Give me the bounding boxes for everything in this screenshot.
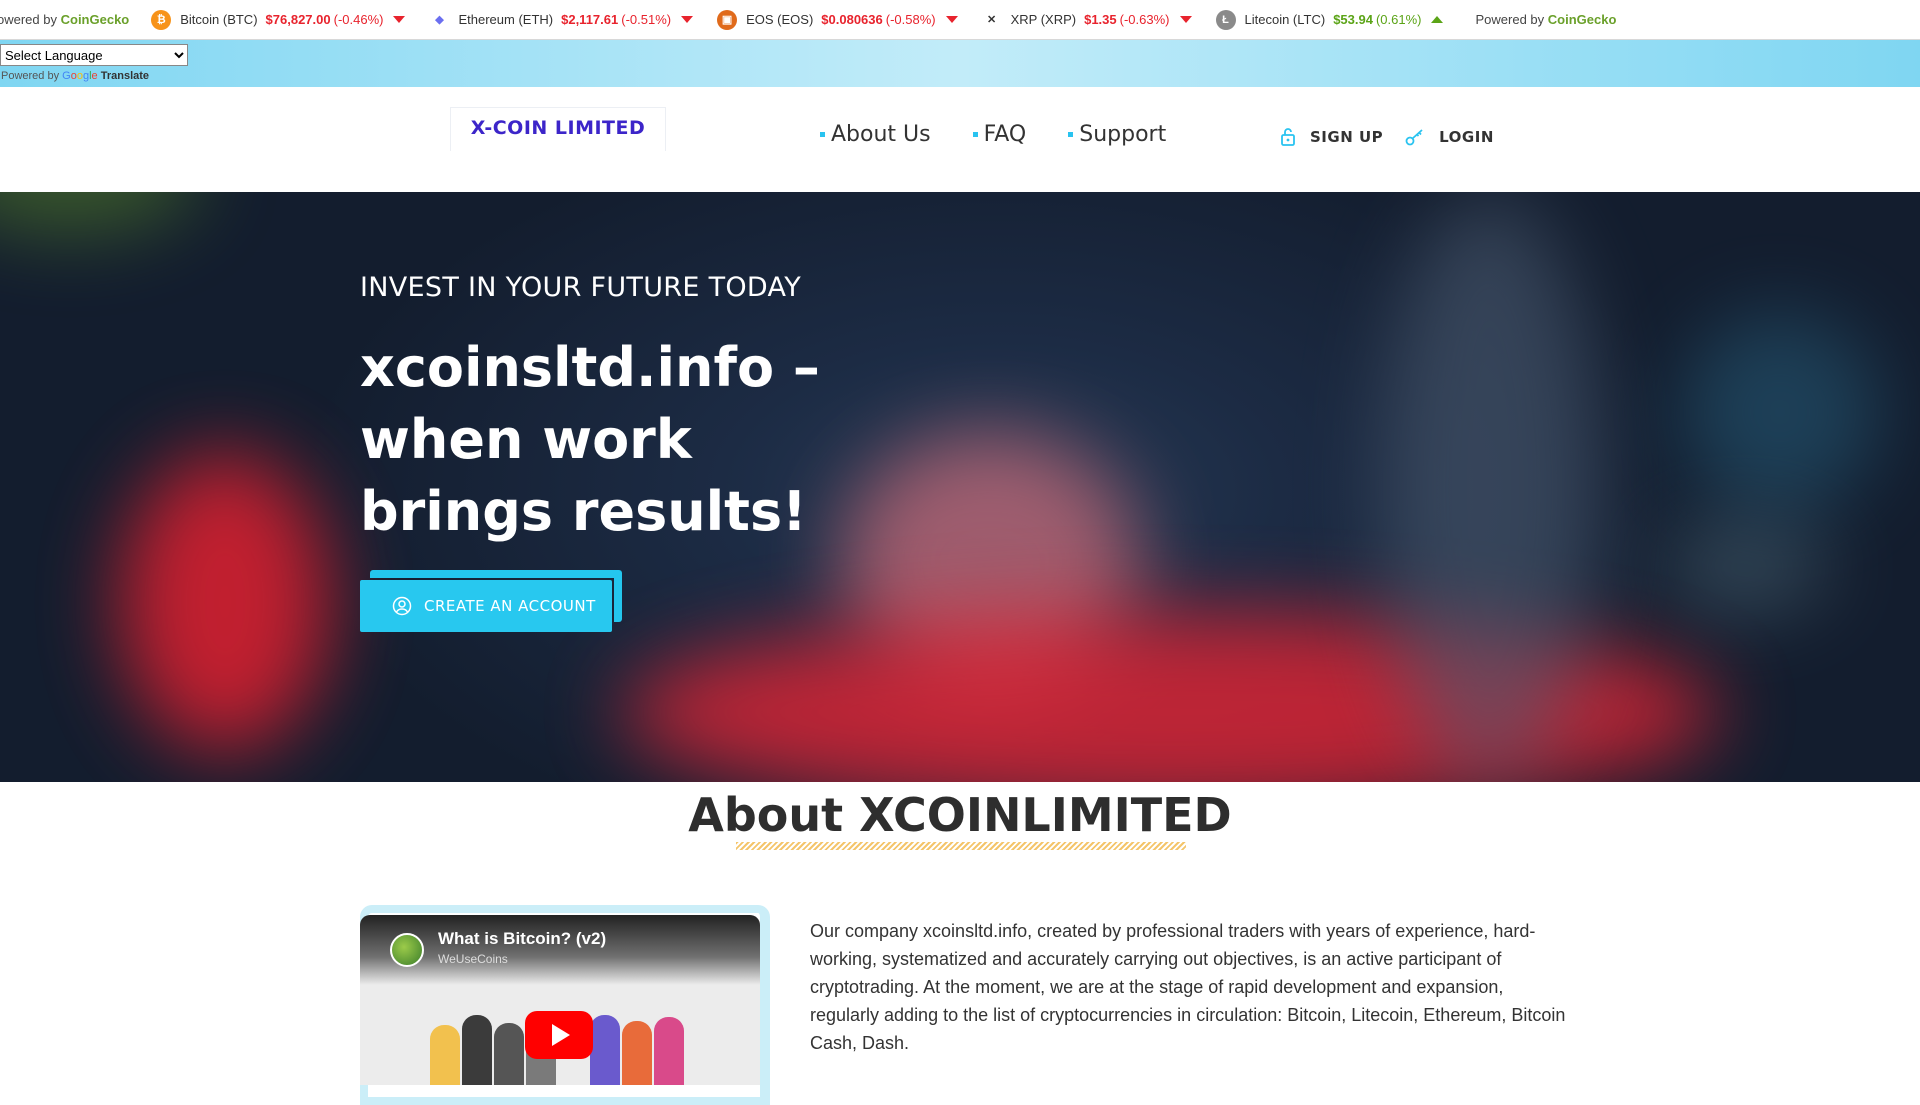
auth-links: SIGN UP LOGIN [1280,127,1516,147]
site-header: X-COIN LIMITED About Us FAQ Support SIGN… [0,87,1920,192]
coin-name: EOS (EOS) [746,12,814,27]
play-icon[interactable] [525,1011,593,1059]
coin-change: (-0.58%) [885,12,936,27]
coin-price: $0.080636 [821,12,883,27]
ticker-coin[interactable]: ✕ XRP (XRP) $1.35 (-0.63%) [982,10,1192,30]
background-blur [120,452,330,752]
ticker-coin[interactable]: ▣ EOS (EOS) $0.080636 (-0.58%) [717,9,958,30]
coin-name: Bitcoin (BTC) [180,12,258,27]
translate-bar: Select Language Powered by Google Transl… [0,40,1920,87]
lock-icon [1281,128,1295,146]
main-nav: About Us FAQ Support [820,122,1208,147]
user-icon [392,596,412,616]
coin-change: (-0.46%) [333,12,384,27]
caret-down-icon [1179,16,1192,23]
sign-up-link[interactable]: SIGN UP [1280,127,1383,147]
video-channel: WeUseCoins [438,952,508,966]
coin-price: $76,827.00 [265,12,331,27]
site-logo[interactable]: X-COIN LIMITED [450,107,666,151]
coin-change: (0.61%) [1375,12,1422,27]
about-description: Our company xcoinsltd.info, created by p… [810,921,1566,1053]
translate-link[interactable]: Translate [101,70,149,82]
coin-name: Litecoin (LTC) [1244,12,1326,27]
hero-tagline: INVEST IN YOUR FUTURE TODAY [360,272,801,303]
ticker-coin[interactable]: ◆ Ethereum (ETH) $2,117.61 (-0.51%) [429,10,694,30]
heading-underline [736,842,1186,850]
ticker-coin[interactable]: ₿ Bitcoin (BTC) $76,827.00 (-0.46%) [151,9,406,30]
ethereum-icon: ◆ [435,14,444,26]
bullet-icon [820,132,825,137]
caret-down-icon [393,16,406,23]
coin-name: XRP (XRP) [1010,12,1077,27]
hero-banner: INVEST IN YOUR FUTURE TODAY xcoinsltd.in… [0,192,1920,782]
coin-price: $1.35 [1084,12,1117,27]
background-blur [1380,192,1600,782]
caret-up-icon [1431,16,1444,23]
ticker-powered-by: owered by CoinGecko [0,12,129,27]
caret-down-icon [945,16,958,23]
coin-change: (-0.63%) [1119,12,1170,27]
coingecko-link[interactable]: CoinGecko [1548,12,1617,27]
coin-name: Ethereum (ETH) [458,12,554,27]
litecoin-icon: Ł [1215,9,1236,30]
background-blur [1680,312,1880,512]
powered-by-label: owered by [0,12,57,27]
crypto-price-ticker: owered by CoinGecko ₿ Bitcoin (BTC) $76,82… [0,0,1920,40]
google-logo: Google [62,70,98,82]
cta-wrapper: CREATE AN ACCOUNT [360,570,622,632]
sign-up-label: SIGN UP [1310,128,1384,146]
coin-change: (-0.51%) [621,12,672,27]
caret-down-icon [681,16,694,23]
create-account-label: CREATE AN ACCOUNT [424,597,596,615]
coin-list: ₿ Bitcoin (BTC) $76,827.00 (-0.46%) ◆ Ethereu… [151,9,1467,30]
youtube-video-embed[interactable]: What is Bitcoin? (v2) WeUseCoins [360,915,760,1085]
nav-item-faq[interactable]: FAQ [972,122,1027,147]
nav-item-support[interactable]: Support [1068,122,1166,147]
bitcoin-icon: ₿ [151,9,172,30]
language-select[interactable]: Select Language [0,44,188,66]
powered-by-label: Powered by [1,70,60,82]
login-link[interactable]: LOGIN [1405,128,1494,146]
coin-price: $2,117.61 [561,12,619,27]
powered-by-label: Powered by [1475,12,1545,27]
nav-label: FAQ [983,122,1027,147]
background-blur [0,192,200,232]
coingecko-link[interactable]: CoinGecko [61,12,130,27]
channel-avatar[interactable] [390,933,424,967]
bullet-icon [1068,132,1074,137]
ticker-powered-by-end: Powered by CoinGecko [1475,12,1616,27]
nav-label: Support [1079,122,1167,147]
key-icon [1405,129,1423,146]
nav-item-about-us[interactable]: About Us [820,122,931,147]
video-title[interactable]: What is Bitcoin? (v2) [438,929,606,949]
create-account-button[interactable]: CREATE AN ACCOUNT [360,580,612,632]
bullet-icon [972,132,978,137]
hero-title: xcoinsltd.info – when work brings result… [360,336,820,543]
google-translate-credit: Powered by Google Translate [1,70,149,82]
login-label: LOGIN [1439,128,1494,146]
xrp-icon: ✕ [986,14,997,26]
nav-label: About Us [831,122,931,147]
eos-icon: ▣ [717,9,738,30]
about-heading: About XCOINLIMITED [688,788,1232,842]
coin-price: $53.94 [1333,12,1373,27]
ticker-coin[interactable]: Ł Litecoin (LTC) $53.94 (0.61%) [1215,9,1444,30]
background-blur [1660,522,1830,612]
